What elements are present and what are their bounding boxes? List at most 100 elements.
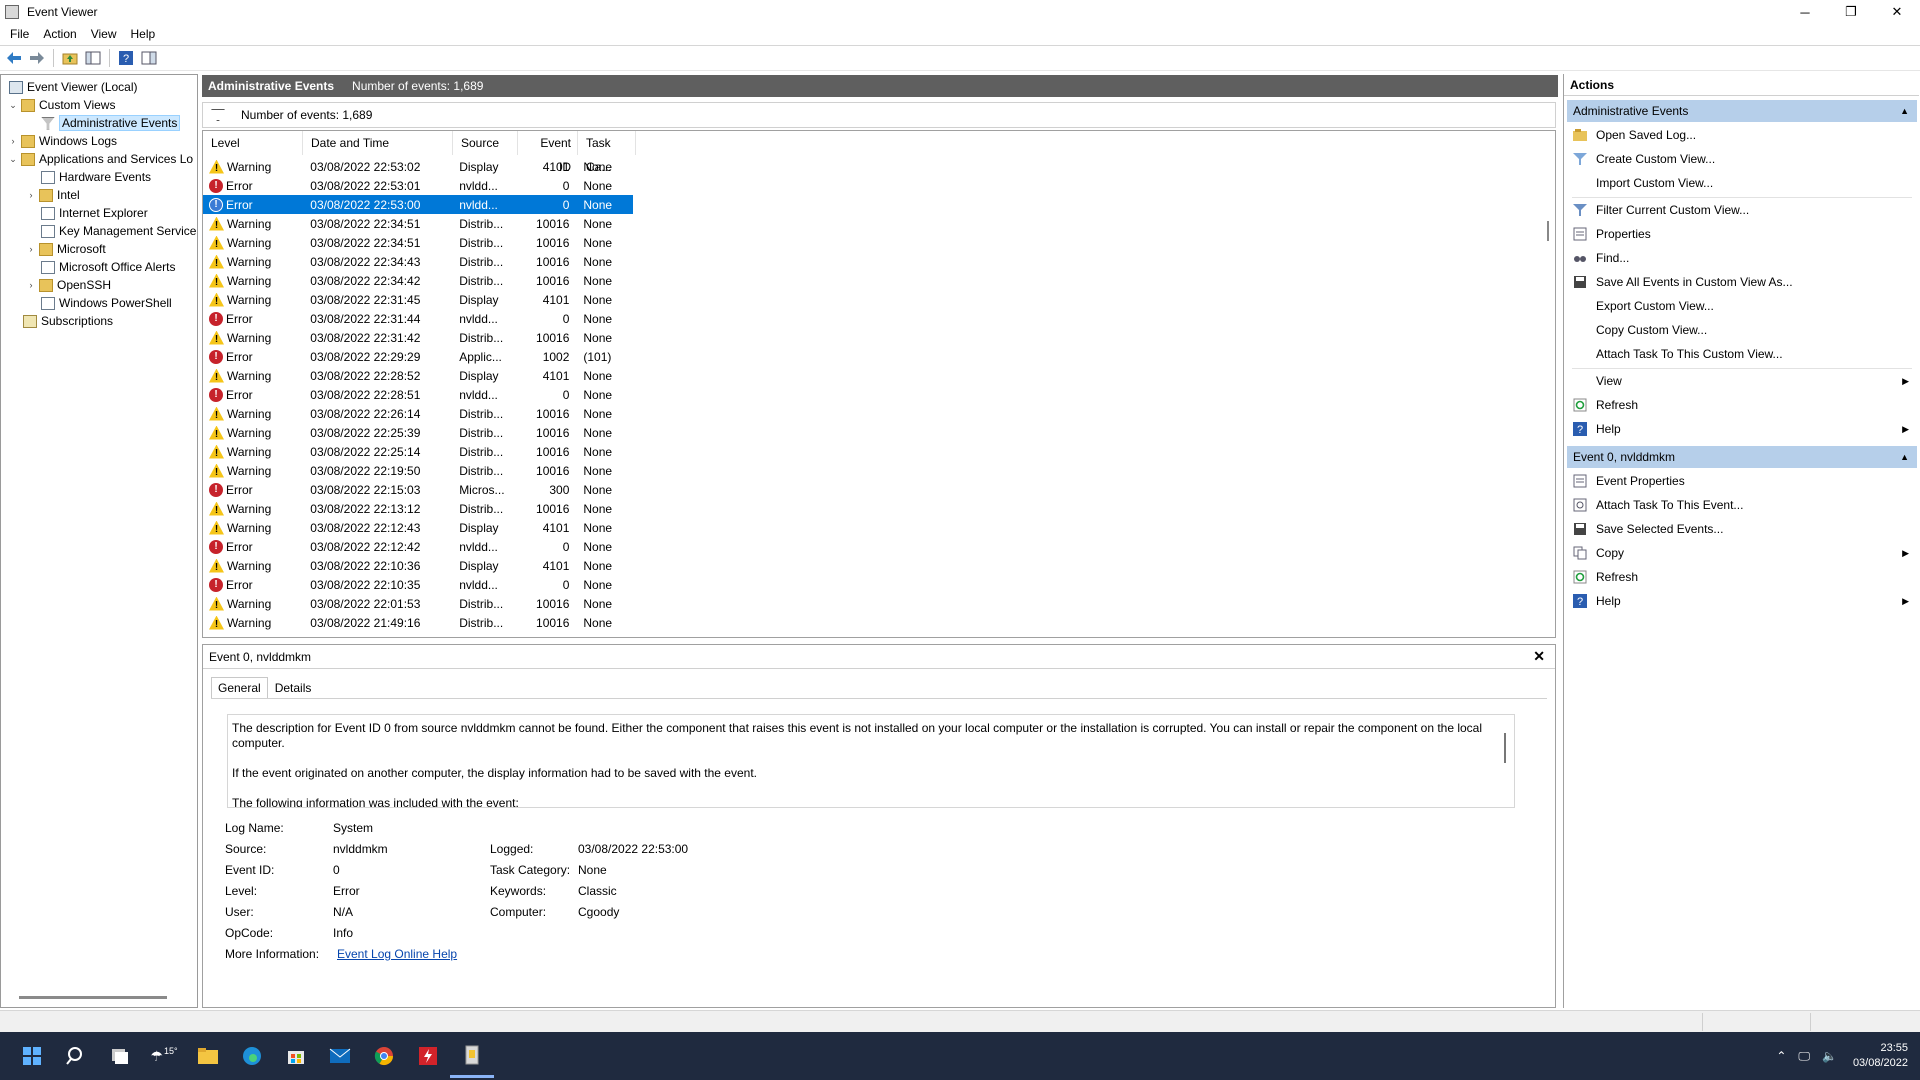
- task-view-icon[interactable]: [98, 1034, 142, 1078]
- action-refresh[interactable]: Refresh: [1567, 394, 1917, 416]
- table-row[interactable]: ! Warning 03/08/2022 22:12:43 Display 4101 No…: [203, 518, 633, 537]
- tree-item-windows-logs[interactable]: › Windows Logs: [7, 132, 118, 150]
- table-row[interactable]: ! Warning 03/08/2022 22:34:43 Distrib... 100…: [203, 252, 633, 271]
- action-help[interactable]: ? Help ▶: [1567, 418, 1917, 440]
- action-export-custom-view[interactable]: Export Custom View...: [1567, 295, 1917, 317]
- action-event-properties[interactable]: Event Properties: [1567, 470, 1917, 492]
- table-row[interactable]: ! Error 03/08/2022 22:28:51 nvldd... 0 None: [203, 385, 633, 404]
- network-icon[interactable]: 🖵: [1798, 1049, 1810, 1064]
- event-viewer-icon[interactable]: [450, 1034, 494, 1078]
- table-row[interactable]: ! Warning 03/08/2022 22:53:02 Display 4101 No…: [203, 157, 633, 176]
- column-header-date[interactable]: Date and Time: [303, 131, 453, 155]
- tree-item-microsoft-office-alerts[interactable]: Microsoft Office Alerts: [39, 258, 175, 276]
- tree-item-custom-views[interactable]: ⌄ Custom Views: [7, 96, 115, 114]
- actions-section-administrative-events[interactable]: Administrative Events ▲: [1567, 100, 1917, 122]
- collapse-caret-icon[interactable]: ▲: [1900, 452, 1909, 462]
- tree-item-event-viewer-local[interactable]: Event Viewer (Local): [7, 78, 138, 96]
- table-row[interactable]: ! Error 03/08/2022 22:53:00 nvldd... 0 None: [203, 195, 633, 214]
- restore-button[interactable]: ❐: [1828, 0, 1874, 24]
- tree-item-key-management-service[interactable]: Key Management Service: [39, 222, 196, 240]
- column-header-level[interactable]: Level: [203, 131, 303, 155]
- action-import-custom-view[interactable]: Import Custom View...: [1567, 172, 1917, 194]
- tree-item-administrative-events[interactable]: Administrative Events: [39, 114, 181, 132]
- event-description[interactable]: The description for Event ID 0 from sour…: [227, 714, 1515, 808]
- column-header-event-id[interactable]: Event ID: [518, 131, 578, 174]
- volume-icon[interactable]: 🔈: [1822, 1049, 1837, 1063]
- tree-item-applications-and-services[interactable]: ⌄ Applications and Services Lo: [7, 150, 193, 168]
- tab-general[interactable]: General: [211, 677, 268, 699]
- store-icon[interactable]: [274, 1034, 318, 1078]
- expand-arrow-icon[interactable]: ›: [7, 136, 19, 146]
- event-log-online-help-link[interactable]: Event Log Online Help: [337, 947, 457, 961]
- close-detail-icon[interactable]: ✕: [1533, 648, 1545, 665]
- table-row[interactable]: ! Warning 03/08/2022 21:49:16 Distrib... 100…: [203, 613, 633, 632]
- action-save-selected-events[interactable]: Save Selected Events...: [1567, 518, 1917, 540]
- table-row[interactable]: ! Error 03/08/2022 22:31:44 nvldd... 0 None: [203, 309, 633, 328]
- expand-arrow-icon[interactable]: ›: [25, 190, 37, 200]
- table-row[interactable]: ! Warning 03/08/2022 22:31:42 Distrib... 100…: [203, 328, 633, 347]
- tree-item-intel[interactable]: › Intel: [25, 186, 80, 204]
- table-row[interactable]: ! Warning 03/08/2022 22:25:39 Distrib... 100…: [203, 423, 633, 442]
- table-row[interactable]: ! Warning 03/08/2022 22:19:50 Distrib... 100…: [203, 461, 633, 480]
- clock[interactable]: 23:55 03/08/2022: [1843, 1041, 1920, 1071]
- tree-horizontal-scrollbar[interactable]: [19, 996, 167, 999]
- action-refresh[interactable]: Refresh: [1567, 566, 1917, 588]
- table-row[interactable]: ! Error 03/08/2022 22:15:03 Micros... 300 Non…: [203, 480, 633, 499]
- mail-icon[interactable]: [318, 1034, 362, 1078]
- description-scrollbar[interactable]: [1504, 733, 1506, 763]
- column-header-source[interactable]: Source: [453, 131, 518, 155]
- table-row[interactable]: ! Error 03/08/2022 22:53:01 nvldd... 0 None: [203, 176, 633, 195]
- expand-arrow-icon[interactable]: ›: [25, 244, 37, 254]
- expand-arrow-icon[interactable]: ›: [25, 280, 37, 290]
- action-filter-current-custom-view[interactable]: Filter Current Custom View...: [1567, 199, 1917, 221]
- menu-file[interactable]: File: [3, 27, 36, 41]
- table-row[interactable]: ! Warning 03/08/2022 22:25:14 Distrib... 100…: [203, 442, 633, 461]
- table-row[interactable]: ! Warning 03/08/2022 22:10:36 Display 4101 No…: [203, 556, 633, 575]
- menu-view[interactable]: View: [84, 27, 124, 41]
- menu-help[interactable]: Help: [124, 27, 163, 41]
- action-open-saved-log[interactable]: Open Saved Log...: [1567, 124, 1917, 146]
- tree-item-openssh[interactable]: › OpenSSH: [25, 276, 112, 294]
- action-attach-task-to-this-custom-view[interactable]: Attach Task To This Custom View...: [1567, 343, 1917, 365]
- collapse-caret-icon[interactable]: ▲: [1900, 106, 1909, 116]
- action-copy[interactable]: Copy ▶: [1567, 542, 1917, 564]
- chrome-icon[interactable]: [362, 1034, 406, 1078]
- folder-up-icon[interactable]: [60, 48, 80, 68]
- tree-item-windows-powershell[interactable]: Windows PowerShell: [39, 294, 172, 312]
- app-icon[interactable]: [406, 1034, 450, 1078]
- table-row[interactable]: ! Warning 03/08/2022 22:34:42 Distrib... 100…: [203, 271, 633, 290]
- weather-icon[interactable]: ☂ 15°: [142, 1034, 186, 1078]
- table-row[interactable]: ! Error 03/08/2022 22:29:29 Applic... 1002 (1…: [203, 347, 633, 366]
- minimize-button[interactable]: ─: [1782, 0, 1828, 24]
- show-hide-icon[interactable]: [83, 48, 103, 68]
- table-row[interactable]: ! Warning 03/08/2022 22:34:51 Distrib... 100…: [203, 233, 633, 252]
- forward-icon[interactable]: [27, 48, 47, 68]
- properties-icon[interactable]: [139, 48, 159, 68]
- table-row[interactable]: ! Warning 03/08/2022 22:28:52 Display 4101 No…: [203, 366, 633, 385]
- chevron-up-icon[interactable]: ⌃: [1776, 1049, 1786, 1063]
- action-copy-custom-view[interactable]: Copy Custom View...: [1567, 319, 1917, 341]
- actions-section-event[interactable]: Event 0, nvlddmkm ▲: [1567, 446, 1917, 468]
- action-save-all-events-in-custom-view-as[interactable]: Save All Events in Custom View As...: [1567, 271, 1917, 293]
- help-icon[interactable]: ?: [116, 48, 136, 68]
- action-attach-task-to-this-event[interactable]: Attach Task To This Event...: [1567, 494, 1917, 516]
- table-row[interactable]: ! Error 03/08/2022 22:12:42 nvldd... 0 None: [203, 537, 633, 556]
- action-create-custom-view[interactable]: Create Custom View...: [1567, 148, 1917, 170]
- tree-item-hardware-events[interactable]: Hardware Events: [39, 168, 151, 186]
- tree-item-internet-explorer[interactable]: Internet Explorer: [39, 204, 148, 222]
- table-row[interactable]: ! Warning 03/08/2022 22:13:12 Distrib... 100…: [203, 499, 633, 518]
- collapse-arrow-icon[interactable]: ⌄: [7, 154, 19, 165]
- column-header-task-category[interactable]: Task Ca...: [578, 131, 636, 174]
- collapse-arrow-icon[interactable]: ⌄: [7, 100, 19, 111]
- table-vertical-scrollbar[interactable]: [1547, 221, 1549, 241]
- action-find[interactable]: Find...: [1567, 247, 1917, 269]
- action-view[interactable]: View ▶: [1567, 370, 1917, 392]
- start-icon[interactable]: [10, 1034, 54, 1078]
- table-row[interactable]: ! Warning 03/08/2022 22:34:51 Distrib... 100…: [203, 214, 633, 233]
- file-explorer-icon[interactable]: [186, 1034, 230, 1078]
- menu-action[interactable]: Action: [36, 27, 83, 41]
- close-window-button[interactable]: ✕: [1874, 0, 1920, 24]
- tree-item-microsoft[interactable]: › Microsoft: [25, 240, 106, 258]
- tab-details[interactable]: Details: [268, 677, 319, 699]
- table-row[interactable]: ! Warning 03/08/2022 22:31:45 Display 4101 No…: [203, 290, 633, 309]
